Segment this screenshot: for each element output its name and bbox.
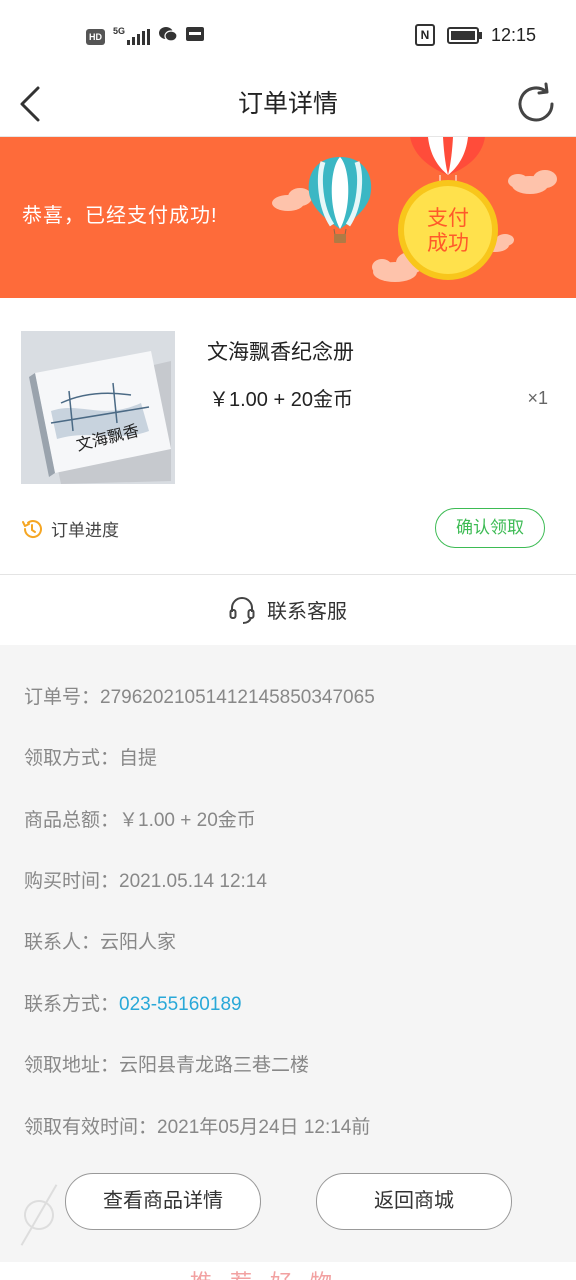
- status-bar: HD 5G N 12:15: [0, 0, 576, 72]
- pickup-deadline-label: 领取有效时间：: [24, 1117, 158, 1138]
- order-number-value: 27962021051412145850347065: [100, 687, 375, 708]
- refresh-button[interactable]: [516, 78, 560, 130]
- order-number-row: 订单号：27962021051412145850347065: [24, 682, 375, 709]
- history-clock-icon: [22, 519, 42, 538]
- contact-service-button[interactable]: 联系客服: [0, 595, 576, 624]
- stamp-line-2: 成功: [427, 231, 469, 255]
- stamp-line-1: 支付: [427, 206, 469, 230]
- product-image[interactable]: 文海飘香: [21, 331, 175, 484]
- app-notification-icon: [186, 26, 205, 47]
- product-price: ￥1.00 + 20金币: [209, 389, 353, 411]
- balloon-illustration: 支付 成功: [272, 137, 557, 282]
- recommend-strip: 推荐好物: [0, 1262, 576, 1280]
- pickup-address-row: 领取地址：云阳县青龙路三巷二楼: [24, 1050, 309, 1077]
- purchase-time-value: 2021.05.14 12:14: [119, 871, 267, 892]
- product-name[interactable]: 文海飘香纪念册: [207, 336, 354, 366]
- page-title: 订单详情: [237, 90, 338, 118]
- pickup-address-label: 领取地址：: [24, 1055, 120, 1076]
- refresh-icon: [518, 82, 554, 122]
- hd-badge: HD: [86, 28, 105, 45]
- nfc-icon: N: [414, 24, 435, 46]
- book-cover-illustration: 文海飘香: [21, 331, 175, 484]
- contact-phone-row: 联系方式：023-55160189: [24, 989, 242, 1016]
- total-amount-row: 商品总额：￥1.00 + 20金币: [24, 805, 256, 832]
- contact-phone-label: 联系方式：: [24, 994, 120, 1015]
- network-label: 5G: [113, 26, 126, 36]
- nav-bar: 订单详情: [0, 72, 576, 137]
- clock: 12:15: [490, 24, 536, 45]
- battery-icon: [446, 26, 482, 44]
- contact-service-row[interactable]: 联系客服: [0, 574, 576, 645]
- contact-person-row: 联系人：云阳人家: [24, 927, 176, 954]
- order-progress[interactable]: 订单进度: [21, 516, 119, 541]
- recommend-title: 推荐好物: [190, 1265, 350, 1280]
- status-bar-left: HD 5G: [86, 26, 205, 47]
- pickup-method-row: 领取方式：自提: [24, 743, 157, 770]
- wechat-icon: [158, 26, 178, 47]
- status-bar-right: N 12:15: [414, 24, 536, 46]
- total-amount-label: 商品总额：: [24, 810, 120, 831]
- view-product-detail-button[interactable]: 查看商品详情: [65, 1173, 261, 1230]
- order-number-label: 订单号：: [24, 687, 101, 708]
- contact-phone-link[interactable]: 023-55160189: [119, 994, 242, 1015]
- contact-service-label: 联系客服: [267, 601, 347, 623]
- signal-icon: [127, 28, 151, 45]
- contact-person-value: 云阳人家: [100, 932, 177, 953]
- headset-icon: [229, 596, 255, 624]
- pickup-address-value: 云阳县青龙路三巷二楼: [119, 1055, 310, 1076]
- order-progress-label: 订单进度: [51, 521, 119, 540]
- product-card: 文海飘香 文海飘香纪念册 ￥1.00 + 20金币 ×1 订单进度 确认领取: [0, 298, 576, 574]
- confirm-pickup-button[interactable]: 确认领取: [435, 508, 545, 548]
- product-quantity: ×1: [527, 388, 548, 408]
- purchase-time-row: 购买时间：2021.05.14 12:14: [24, 866, 267, 893]
- pickup-deadline-value: 2021年05月24日 12:14前: [157, 1117, 371, 1138]
- success-message: 恭喜，已经支付成功!: [22, 205, 218, 227]
- pickup-method-value: 自提: [119, 748, 158, 769]
- purchase-time-label: 购买时间：: [24, 871, 120, 892]
- back-to-mall-button[interactable]: 返回商城: [316, 1173, 512, 1230]
- pickup-deadline-row: 领取有效时间：2021年05月24日 12:14前: [24, 1112, 370, 1139]
- total-amount-value: ￥1.00 + 20金币: [119, 810, 256, 831]
- payment-success-banner: 恭喜，已经支付成功! 支付 成功: [0, 137, 576, 298]
- watermark-logo: [20, 1184, 58, 1246]
- contact-person-label: 联系人：: [24, 932, 101, 953]
- pickup-method-label: 领取方式：: [24, 748, 120, 769]
